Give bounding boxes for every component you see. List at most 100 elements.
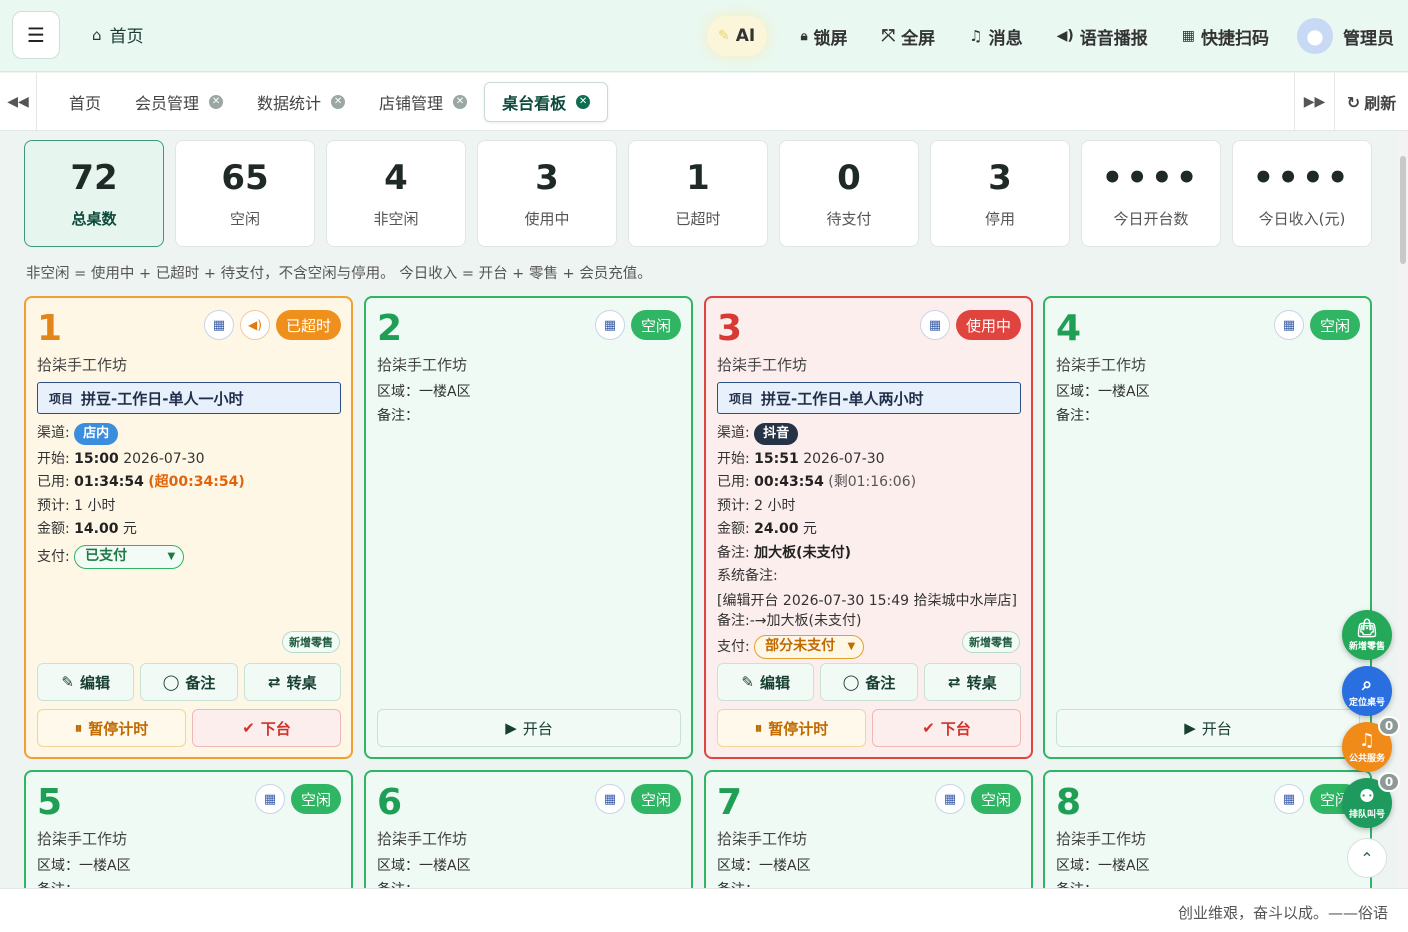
qrcode-icon[interactable]: ▦ — [1273, 310, 1304, 340]
status-badge: 已超时 — [275, 310, 341, 340]
stat-today-opens[interactable]: •••• 今日开台数 — [1081, 140, 1221, 247]
pause-timer-button[interactable]: ⏸ 暂停计时 — [717, 709, 866, 747]
payment-select[interactable]: 已支付 ▼ — [74, 544, 185, 569]
messages-button[interactable]: ♫ 消息 — [969, 24, 1022, 49]
float-queue-button[interactable]: ⚉ 排队叫号 0 — [1342, 772, 1400, 828]
lock-icon: 🔒︎ — [800, 28, 808, 44]
tab-member[interactable]: 会员管理 ✕ — [118, 82, 240, 122]
qrcode-icon[interactable]: ▦ — [934, 784, 965, 814]
shopping-bag-icon: 👜︎ — [1355, 617, 1379, 639]
float-public-service-button[interactable]: ♫ 公共服务 0 — [1342, 716, 1400, 772]
hamburger-icon: ☰ — [27, 23, 45, 47]
double-chevron-up-icon: ⌃ — [1360, 848, 1374, 868]
lock-screen-button[interactable]: 🔒︎ 锁屏 — [801, 24, 848, 49]
qrcode-icon[interactable]: ▦ — [203, 310, 234, 340]
tab-table-board[interactable]: 桌台看板 ✕ — [484, 82, 609, 122]
shop-name: 拾柒手工作坊 — [717, 356, 808, 374]
double-chevron-right-icon: ▶▶ — [1303, 94, 1326, 110]
qrcode-icon[interactable]: ▦ — [254, 784, 285, 814]
status-badge: 空闲 — [630, 784, 681, 814]
close-icon[interactable]: ✕ — [453, 95, 468, 109]
speaker-icon[interactable]: ◀︎) — [239, 310, 270, 340]
qrcode-icon: ▦ — [1181, 28, 1195, 44]
bell-icon: ♫ — [1358, 729, 1376, 751]
voice-broadcast-button[interactable]: ◀︎) 语音播报 — [1057, 24, 1148, 49]
project-box: 项目 拼豆-工作日-单人一小时 — [37, 382, 341, 414]
stats-formula-note: 非空闲 = 使用中 + 已超时 + 待支付，不含空闲与停用。 今日收入 = 开台… — [26, 266, 652, 282]
stat-total[interactable]: 72 总桌数 — [24, 140, 164, 247]
table-number: 3 — [717, 308, 743, 349]
edit-button[interactable]: ✎ 编辑 — [717, 663, 815, 701]
edit-button[interactable]: ✎ 编辑 — [37, 663, 135, 701]
payment-select[interactable]: 部分未支付 ▼ — [754, 634, 865, 659]
quick-scan-button[interactable]: ▦ 快捷扫码 — [1182, 24, 1269, 49]
new-retail-button[interactable]: 新增零售 — [282, 631, 340, 653]
expand-icon: ⤧ — [881, 26, 896, 46]
offline-button[interactable]: ✔ 下台 — [192, 709, 341, 747]
offline-button[interactable]: ✔ 下台 — [872, 709, 1021, 747]
close-icon[interactable]: ✕ — [331, 95, 346, 109]
qrcode-icon[interactable]: ▦ — [1273, 784, 1304, 814]
user-menu[interactable]: ● 管理员 — [1297, 18, 1394, 54]
search-icon: ⌕ — [1361, 673, 1373, 695]
stat-overtime[interactable]: 1 已超时 — [628, 140, 768, 247]
count-badge: 0 — [1378, 772, 1400, 792]
table-number: 6 — [377, 782, 403, 823]
home-icon: ⌂ — [92, 25, 102, 44]
table-card-7: 7 ▦ 空闲 拾柒手工作坊 区域：一楼A区 备注： — [704, 770, 1033, 888]
qrcode-icon[interactable]: ▦ — [919, 310, 950, 340]
float-locate-table-button[interactable]: ⌕ 定位桌号 — [1342, 666, 1392, 716]
stat-pending-pay[interactable]: 0 待支付 — [779, 140, 919, 247]
transfer-button[interactable]: ⇄ 转桌 — [923, 663, 1021, 701]
vertical-scrollbar[interactable] — [1398, 132, 1408, 888]
menu-toggle-button[interactable]: ☰ — [12, 11, 60, 59]
stat-today-income[interactable]: •••• 今日收入(元) — [1232, 140, 1372, 247]
home-link[interactable]: ⌂ 首页 — [92, 22, 144, 48]
stat-free[interactable]: 65 空闲 — [175, 140, 315, 247]
open-table-button[interactable]: ▶ 开台 — [1056, 709, 1360, 747]
qrcode-icon[interactable]: ▦ — [594, 784, 625, 814]
comment-icon: ◯ — [842, 673, 860, 691]
table-card-3: 3 ▦ 使用中 拾柒手工作坊 项目 拼豆-工作日-单人两小时 渠道: 抖音 开始:… — [704, 296, 1033, 759]
order-details: 渠道: 店内 开始: 15:00 2026-07-30 已用: 01:34:54… — [37, 422, 245, 569]
tab-shop[interactable]: 店铺管理 ✕ — [362, 82, 484, 122]
table-card-6: 6 ▦ 空闲 拾柒手工作坊 区域：一楼A区 备注： — [364, 770, 693, 888]
table-card-5: 5 ▦ 空闲 拾柒手工作坊 区域：一楼A区 备注： — [24, 770, 353, 888]
open-table-button[interactable]: ▶ 开台 — [377, 709, 681, 747]
fullscreen-button[interactable]: ⤧ 全屏 — [882, 24, 936, 49]
exchange-icon: ⇄ — [268, 673, 281, 691]
stats-row: 72 总桌数 65 空闲 4 非空闲 3 使用中 1 已超时 0 待支付 3 停用 •••• 今… — [24, 140, 1372, 247]
table-number: 8 — [1056, 782, 1082, 823]
stat-non-free[interactable]: 4 非空闲 — [326, 140, 466, 247]
shop-name: 拾柒手工作坊 — [37, 356, 128, 374]
header-actions: ✎ AI 🔒︎ 锁屏 ⤧ 全屏 ♫ 消息 ◀︎) 语音播报 ▦ 快捷扫码 ● 管理员 — [706, 0, 1394, 72]
close-icon[interactable]: ✕ — [209, 95, 224, 109]
table-number: 7 — [717, 782, 743, 823]
scroll-tabs-right-button[interactable]: ▶▶ — [1294, 73, 1334, 131]
scrollbar-thumb[interactable] — [1400, 156, 1406, 264]
close-icon[interactable]: ✕ — [576, 95, 591, 109]
note-button[interactable]: ◯ 备注 — [140, 663, 238, 701]
stat-disabled[interactable]: 3 停用 — [930, 140, 1070, 247]
ai-button[interactable]: ✎ AI — [706, 16, 767, 56]
refresh-button[interactable]: ↻ 刷新 — [1334, 73, 1408, 131]
channel-badge: 店内 — [74, 423, 119, 445]
stat-in-use[interactable]: 3 使用中 — [477, 140, 617, 247]
pencil-icon: ✎ — [741, 673, 754, 691]
table-card-2: 2 ▦ 空闲 拾柒手工作坊 区域：一楼A区 备注： ▶ 开台 — [364, 296, 693, 759]
scroll-tabs-left-button[interactable]: ◀◀ — [0, 73, 37, 131]
tab-stats[interactable]: 数据统计 ✕ — [240, 82, 362, 122]
table-number: 1 — [37, 308, 63, 349]
speaker-icon: ◀︎) — [1056, 28, 1074, 44]
new-retail-button[interactable]: 新增零售 — [962, 631, 1020, 653]
note-button[interactable]: ◯ 备注 — [820, 663, 918, 701]
back-to-top-button[interactable]: ⌃ — [1347, 838, 1387, 878]
pause-timer-button[interactable]: ⏸ 暂停计时 — [37, 709, 186, 747]
main-content: 72 总桌数 65 空闲 4 非空闲 3 使用中 1 已超时 0 待支付 3 停用 •••• 今… — [0, 132, 1398, 888]
tab-home[interactable]: 首页 — [52, 82, 118, 122]
shop-name: 拾柒手工作坊 — [1056, 830, 1147, 848]
float-new-retail-button[interactable]: 👜︎ 新增零售 — [1342, 610, 1392, 660]
transfer-button[interactable]: ⇄ 转桌 — [243, 663, 341, 701]
qrcode-icon[interactable]: ▦ — [594, 310, 625, 340]
comment-icon: ◯ — [162, 673, 180, 691]
